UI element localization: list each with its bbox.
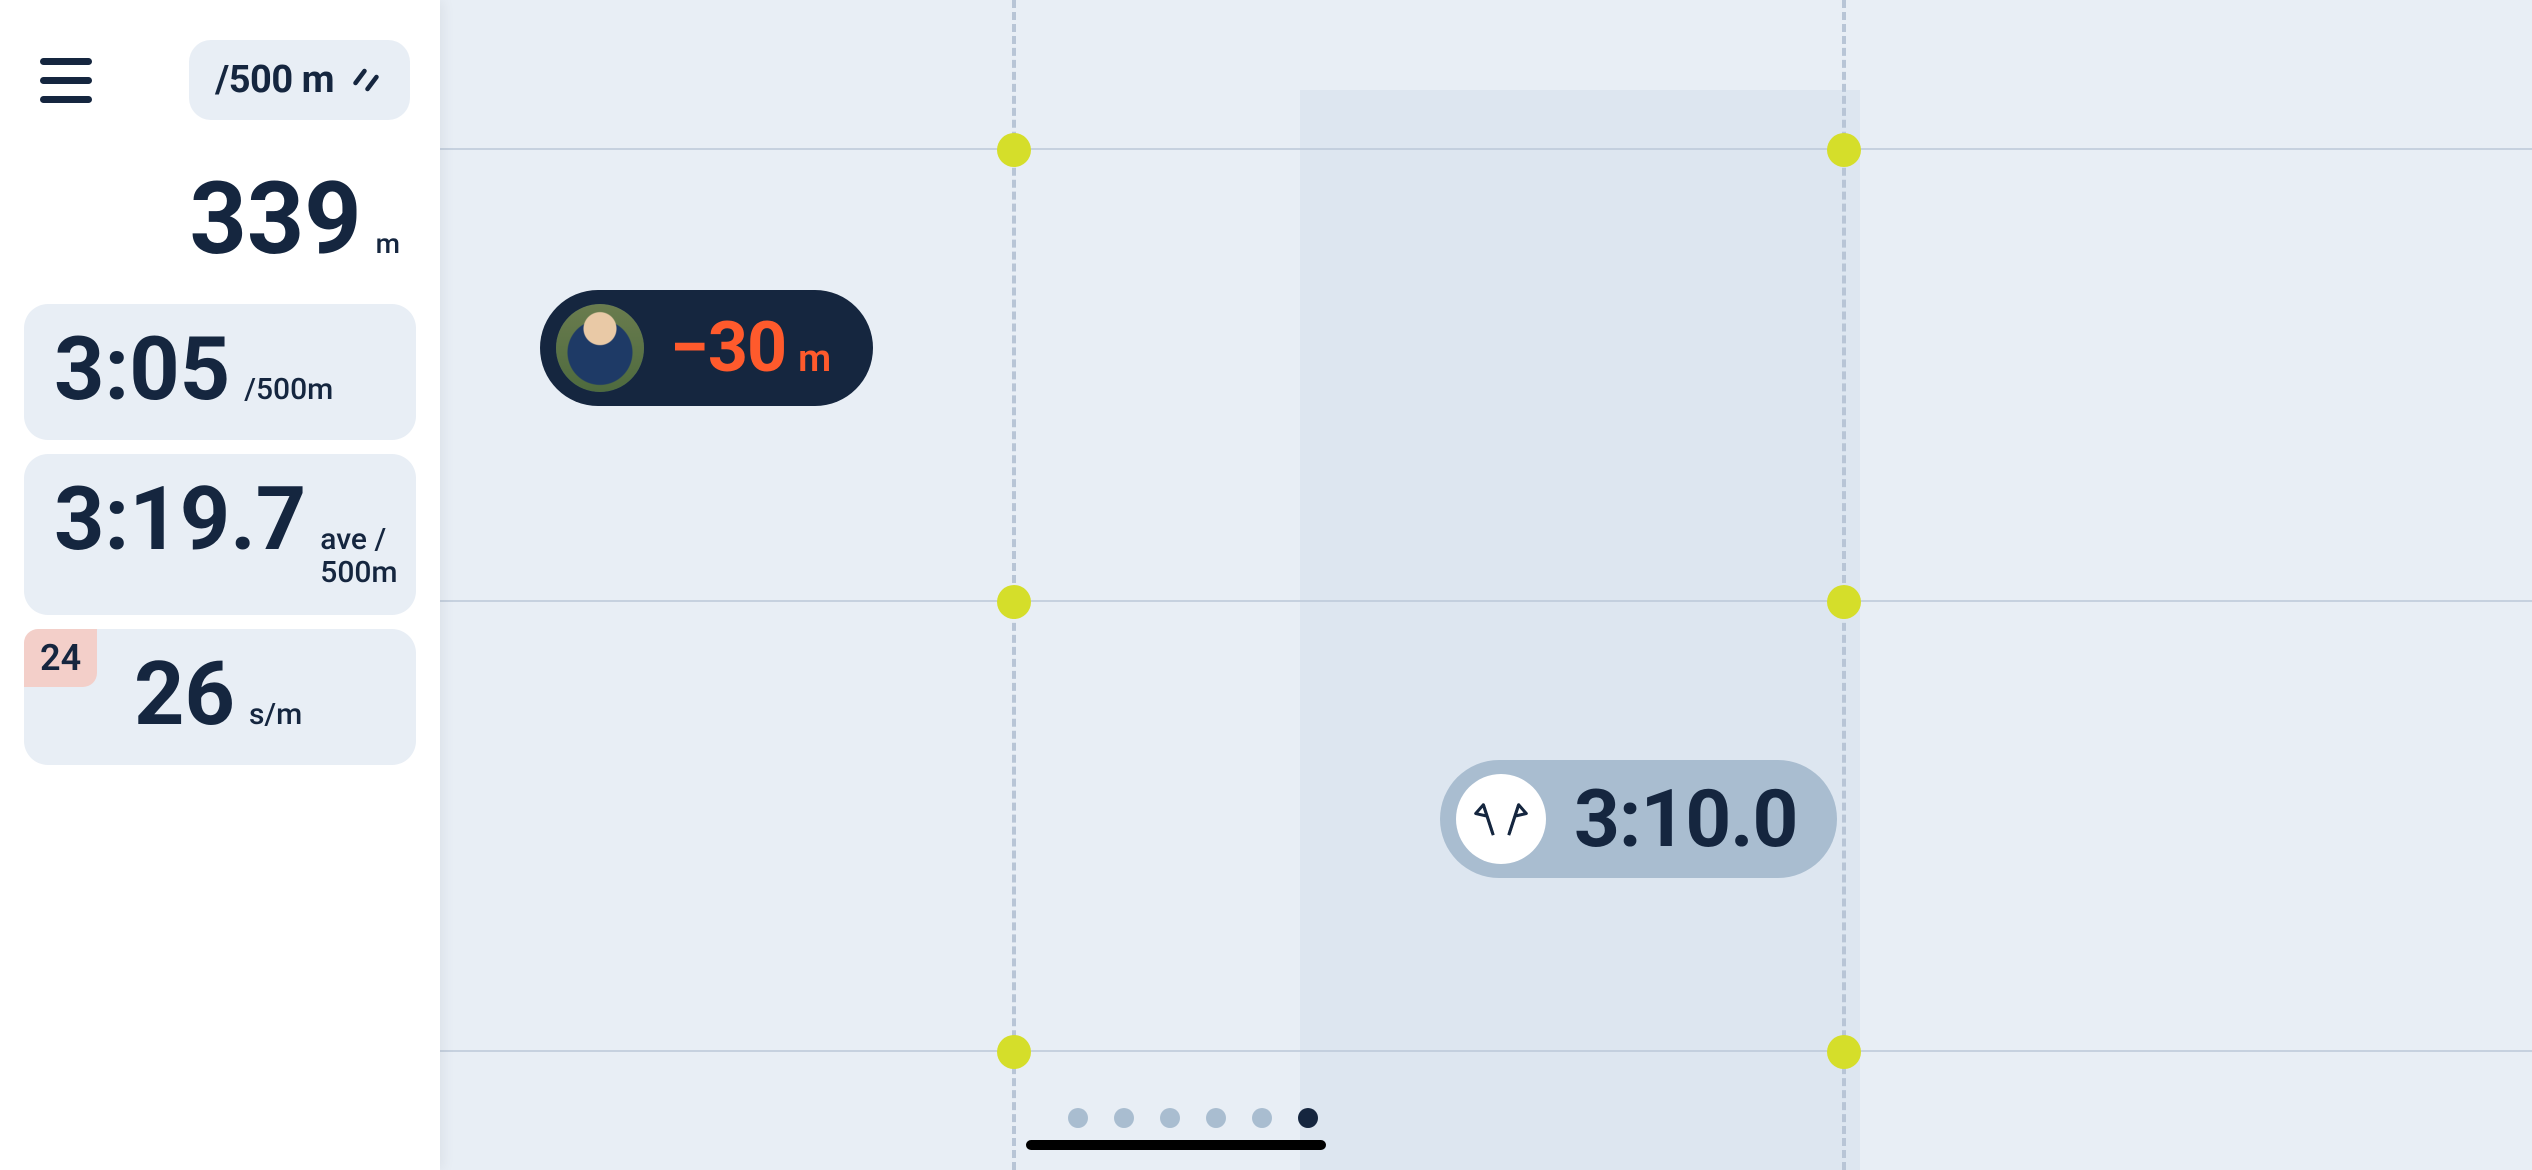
target-rate-badge: 24	[24, 629, 97, 687]
page-dot-active[interactable]	[1298, 1108, 1318, 1128]
page-dot[interactable]	[1114, 1108, 1134, 1128]
grid-dot	[1827, 133, 1861, 167]
page-dot[interactable]	[1252, 1108, 1272, 1128]
pace-value: 3:05	[54, 326, 230, 414]
competitor-diff-value: −30	[670, 307, 786, 389]
competitor-marker[interactable]: −30 m	[540, 290, 873, 406]
competitor-diff-unit: m	[798, 337, 831, 381]
stroke-rate-value: 26	[134, 651, 235, 739]
flags-icon	[1456, 774, 1546, 864]
gridline-h	[440, 600, 2532, 602]
swap-icon	[348, 62, 384, 98]
home-indicator[interactable]	[1026, 1140, 1326, 1150]
competitor-avatar	[556, 304, 644, 392]
pace-unit: /500m	[244, 373, 333, 406]
race-track: −30 m 3:10.0	[440, 0, 2532, 1170]
sidebar: /500 m 339 m 3:05 /500m 3:19.7 ave / 500…	[0, 0, 440, 1170]
stroke-rate-unit: s/m	[249, 698, 302, 731]
target-pace-value: 3:10.0	[1574, 779, 1797, 859]
target-pace-marker[interactable]: 3:10.0	[1440, 760, 1837, 878]
avg-pace-value: 3:19.7	[54, 476, 306, 564]
distance-unit: m	[376, 227, 400, 260]
distance-metric: 339 m	[0, 140, 440, 290]
page-indicator[interactable]	[1068, 1108, 1318, 1128]
gridline-h	[440, 148, 2532, 150]
stroke-rate-card[interactable]: 24 26 s/m	[24, 629, 416, 765]
page-dot[interactable]	[1160, 1108, 1180, 1128]
page-dot[interactable]	[1206, 1108, 1226, 1128]
distance-value: 339	[190, 170, 362, 270]
page-dot[interactable]	[1068, 1108, 1088, 1128]
avg-pace-unit: ave / 500m	[320, 523, 397, 589]
grid-dot	[997, 585, 1031, 619]
grid-dot	[997, 1035, 1031, 1069]
grid-dot	[997, 133, 1031, 167]
grid-dot	[1827, 585, 1861, 619]
menu-icon[interactable]	[40, 58, 92, 103]
mode-label: /500 m	[215, 58, 334, 102]
avg-pace-card[interactable]: 3:19.7 ave / 500m	[24, 454, 416, 615]
pace-card[interactable]: 3:05 /500m	[24, 304, 416, 440]
mode-selector[interactable]: /500 m	[189, 40, 410, 120]
lane-highlight	[1300, 90, 1860, 1170]
grid-dot	[1827, 1035, 1861, 1069]
gridline-h	[440, 1050, 2532, 1052]
